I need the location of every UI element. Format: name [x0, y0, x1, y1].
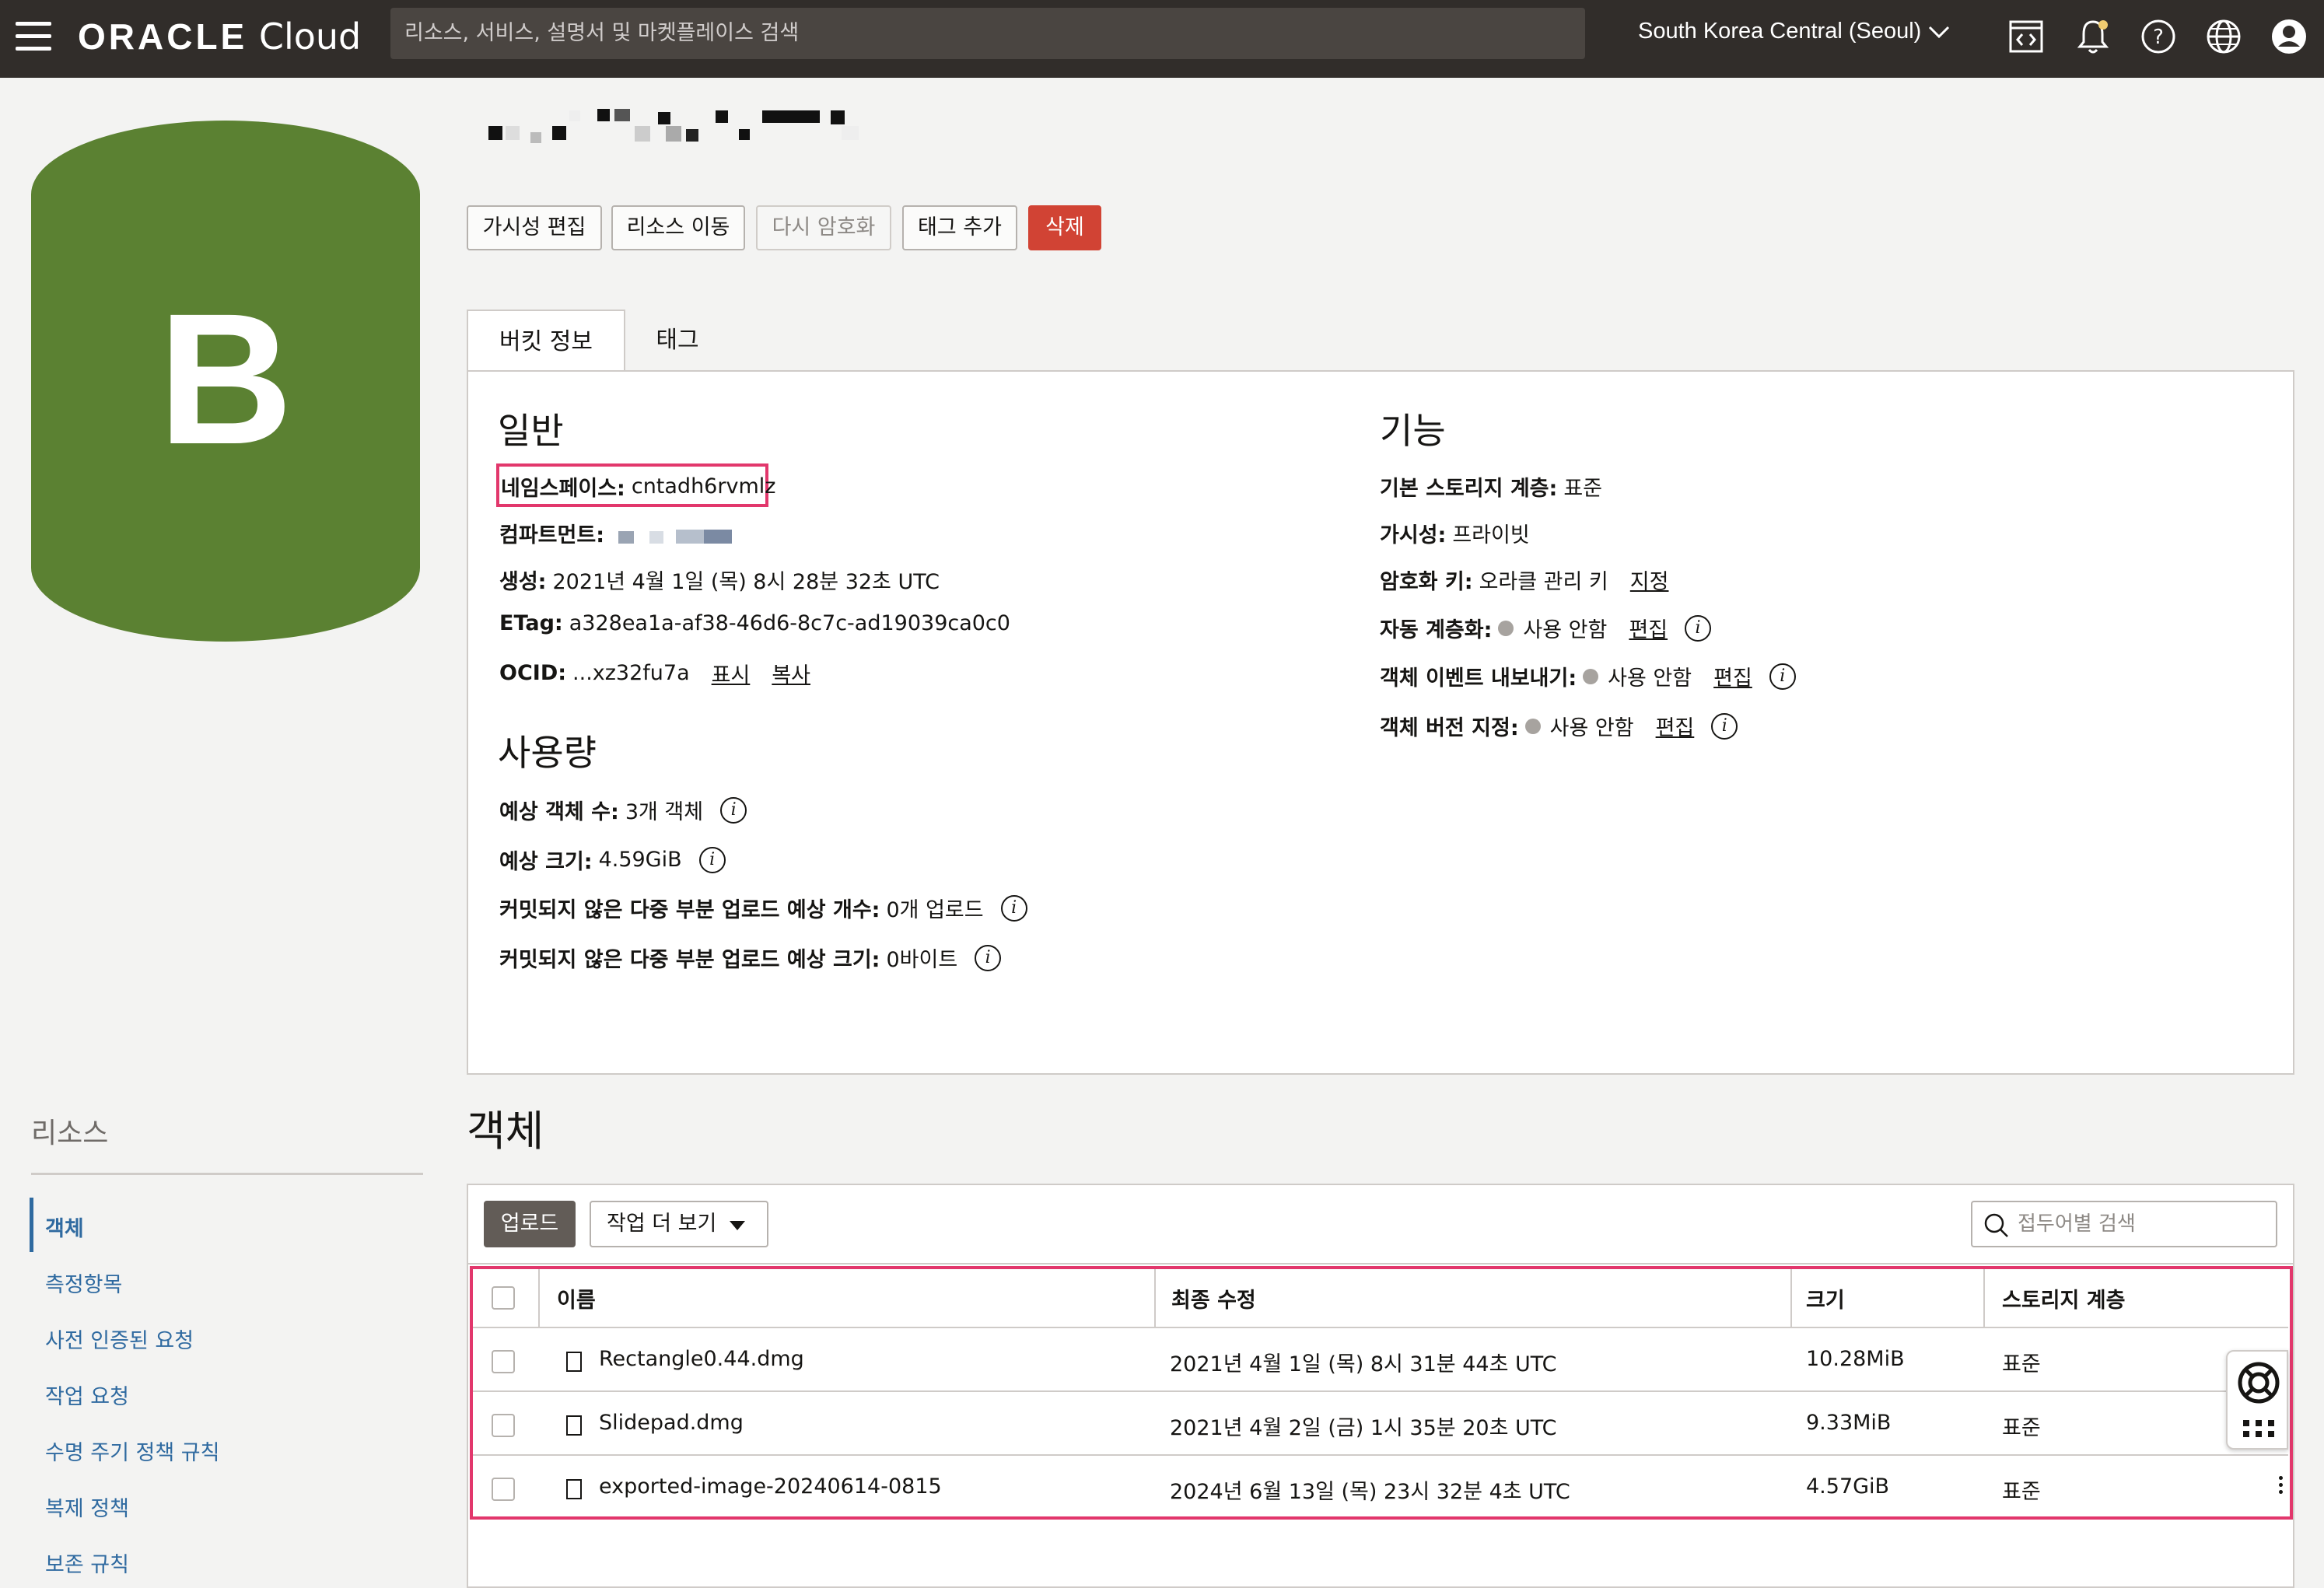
sidebar-item-lifecycle-rules[interactable]: 수명 주기 정책 규칙	[45, 1436, 219, 1466]
storage-tier-row: 기본 스토리지 계층: 표준	[1380, 477, 1603, 501]
versioning-edit-link[interactable]: 편집	[1656, 711, 1695, 741]
etag-row: ETag: a328ea1a-af38-46d6-8c7c-ad19039ca0c…	[499, 611, 1010, 635]
top-navigation-bar: ORACLE Cloud 리소스, 서비스, 설명서 및 마켓플레이스 검색 S…	[0, 0, 2324, 78]
features-section-title: 기능	[1380, 410, 1446, 452]
add-tags-button[interactable]: 태그 추가	[902, 205, 1017, 250]
sidebar-item-retention-rules[interactable]: 보존 규칙	[45, 1548, 129, 1578]
lifebuoy-icon	[2238, 1362, 2280, 1404]
ocid-row: OCID: ...xz32fu7a 표시 복사	[499, 658, 810, 688]
assign-key-link[interactable]: 지정	[1630, 565, 1669, 595]
delete-button[interactable]: 삭제	[1028, 205, 1101, 250]
usage-section-title: 사용량	[498, 732, 597, 774]
encryption-key-row: 암호화 키: 오라클 관리 키 지정	[1380, 565, 1668, 595]
multipart-count-row: 커밋되지 않은 다중 부분 업로드 예상 개수: 0개 업로드 i	[499, 893, 1027, 923]
chevron-down-icon	[1929, 26, 1950, 39]
resources-title: 리소스	[31, 1118, 109, 1149]
info-icon[interactable]: i	[698, 846, 726, 873]
prefix-search-input[interactable]: 접두어별 검색	[1971, 1201, 2277, 1247]
info-icon[interactable]: i	[1711, 712, 1738, 740]
sidebar-item-objects[interactable]: 객체	[45, 1212, 84, 1242]
ocid-copy-link[interactable]: 복사	[772, 658, 810, 688]
active-indicator	[30, 1198, 33, 1252]
ocid-show-link[interactable]: 표시	[712, 658, 751, 688]
more-actions-button[interactable]: 작업 더 보기	[590, 1201, 768, 1247]
caret-down-icon	[730, 1221, 745, 1230]
multipart-size-row: 커밋되지 않은 다중 부분 업로드 예상 크기: 0바이트 i	[499, 943, 1002, 973]
resources-divider	[31, 1173, 423, 1175]
info-icon[interactable]: i	[720, 796, 747, 824]
objects-table-highlight-box	[470, 1266, 2293, 1520]
tab-bucket-info[interactable]: 버킷 정보	[467, 310, 625, 372]
object-events-row: 객체 이벤트 내보내기: 사용 안함 편집 i	[1380, 661, 1796, 691]
notification-bell-icon[interactable]	[2074, 17, 2112, 56]
info-icon[interactable]: i	[1769, 663, 1796, 690]
auto-tiering-edit-link[interactable]: 편집	[1629, 613, 1668, 643]
sidebar-item-preauth-requests[interactable]: 사전 인증된 요청	[45, 1324, 194, 1354]
sidebar-item-replication-policy[interactable]: 복제 정책	[45, 1492, 129, 1522]
info-icon[interactable]: i	[1000, 894, 1027, 922]
move-resource-button[interactable]: 리소스 이동	[611, 205, 745, 250]
avatar-letter: B	[158, 275, 292, 483]
bucket-avatar: B	[31, 121, 420, 642]
status-dot	[1583, 668, 1599, 684]
search-icon	[1984, 1213, 2008, 1237]
help-widget[interactable]	[2226, 1350, 2288, 1450]
status-dot	[1524, 718, 1541, 734]
table-top-border	[467, 1263, 2294, 1264]
help-icon[interactable]: ?	[2139, 17, 2178, 56]
bucket-name-redacted	[488, 109, 859, 143]
info-icon[interactable]: i	[975, 944, 1002, 971]
region-selector[interactable]: South Korea Central (Seoul)	[1638, 19, 1951, 44]
code-editor-icon[interactable]	[2007, 17, 2046, 56]
compartment-row: 컴파트먼트:	[499, 518, 751, 548]
hamburger-menu-icon[interactable]	[16, 22, 51, 53]
edit-visibility-button[interactable]: 가시성 편집	[467, 205, 602, 250]
auto-tiering-row: 자동 계층화: 사용 안함 편집 i	[1380, 613, 1712, 643]
object-events-edit-link[interactable]: 편집	[1713, 661, 1752, 691]
visibility-row: 가시성: 프라이빗	[1380, 523, 1530, 547]
svg-text:?: ?	[2153, 26, 2164, 49]
sidebar-item-work-requests[interactable]: 작업 요청	[45, 1380, 129, 1410]
size-row: 예상 크기: 4.59GiB i	[499, 845, 726, 875]
object-versioning-row: 객체 버전 지정: 사용 안함 편집 i	[1380, 711, 1738, 741]
namespace-row: 네임스페이스: cntadh6rvmlz	[501, 474, 776, 501]
tab-tags[interactable]: 태그	[642, 310, 712, 372]
global-search-input[interactable]: 리소스, 서비스, 설명서 및 마켓플레이스 검색	[390, 8, 1585, 59]
upload-button[interactable]: 업로드	[484, 1201, 576, 1247]
compartment-redacted	[618, 529, 732, 544]
apps-grid-icon	[2243, 1420, 2274, 1437]
sidebar-item-metrics[interactable]: 측정항목	[45, 1268, 122, 1298]
general-section-title: 일반	[498, 410, 564, 452]
objects-section-title: 객체	[467, 1107, 544, 1156]
oracle-cloud-logo[interactable]: ORACLE Cloud	[78, 16, 361, 58]
created-row: 생성: 2021년 4월 1일 (목) 8시 28분 32초 UTC	[499, 570, 940, 594]
re-encrypt-button[interactable]: 다시 암호화	[756, 205, 891, 250]
language-globe-icon[interactable]	[2204, 17, 2243, 56]
info-icon[interactable]: i	[1685, 614, 1712, 642]
object-count-row: 예상 객체 수: 3개 객체 i	[499, 795, 747, 825]
user-profile-icon[interactable]	[2270, 17, 2308, 56]
status-dot	[1498, 620, 1514, 636]
